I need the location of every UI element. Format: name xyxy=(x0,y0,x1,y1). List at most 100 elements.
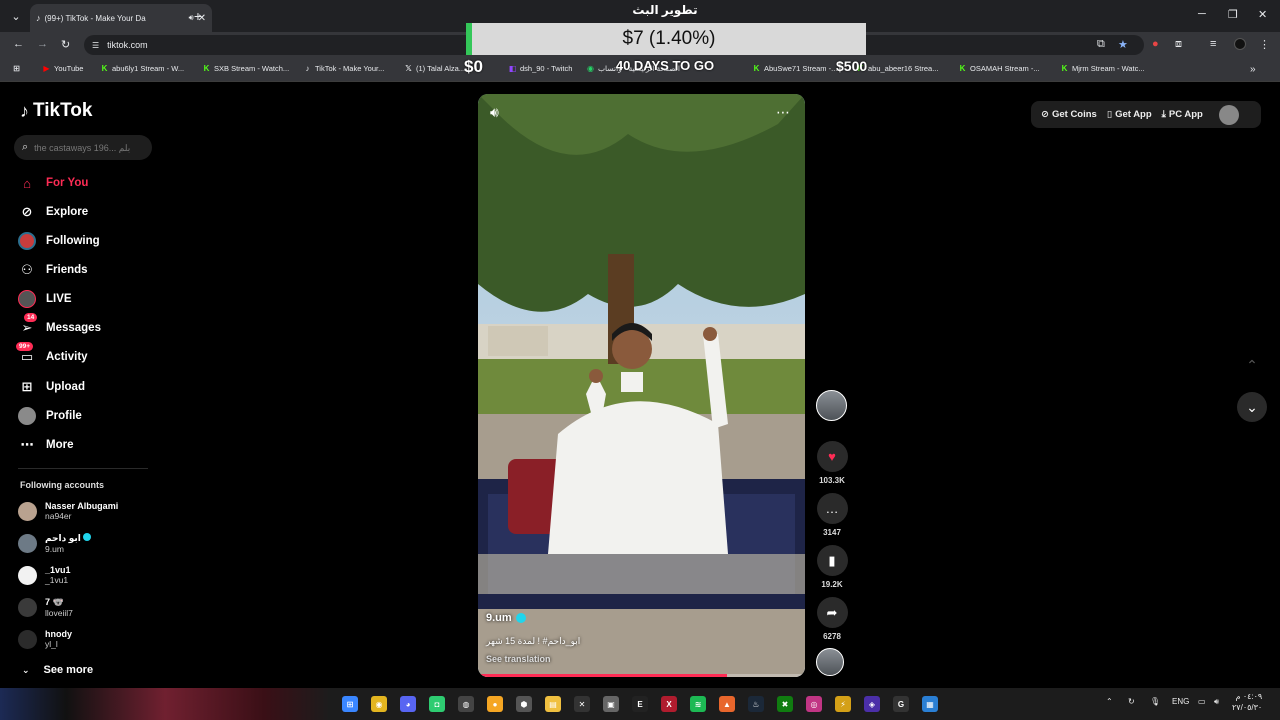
tiktok-logo[interactable]: ♪ TikTok xyxy=(20,100,92,122)
pc-app-button[interactable]: ⤓ PC App xyxy=(1162,109,1203,120)
discord-icon[interactable]: ◕ xyxy=(400,696,416,712)
app-icon[interactable]: X xyxy=(661,696,677,712)
extension-icon[interactable]: ● xyxy=(1152,38,1159,50)
nav-explore[interactable]: ⊘ Explore xyxy=(18,202,89,222)
nav-following[interactable]: Following xyxy=(18,231,100,251)
nav-messages[interactable]: ➢ 14 Messages xyxy=(18,313,101,338)
video-author[interactable]: 9.um xyxy=(486,612,526,624)
forward-icon[interactable]: → xyxy=(37,38,48,50)
nav-for-you[interactable]: ⌂ For You xyxy=(18,173,88,193)
volume-tray-icon[interactable]: 🔊︎ xyxy=(1214,697,1219,707)
start-icon[interactable]: ⊞ xyxy=(342,696,358,712)
reading-list-icon[interactable]: ≡ xyxy=(1210,38,1216,50)
tab-search-icon[interactable]: ⌄ xyxy=(8,8,24,24)
video-progress-bar[interactable] xyxy=(478,674,805,677)
restore-icon[interactable]: ❐ xyxy=(1228,8,1238,21)
logitech-icon[interactable]: G xyxy=(893,696,909,712)
bookmark-icon[interactable]: ▮ xyxy=(816,545,848,576)
next-video-button[interactable]: ⌄ xyxy=(1237,392,1267,422)
profile-icon xyxy=(18,407,36,425)
user-avatar[interactable] xyxy=(1218,104,1239,125)
see-more-button[interactable]: ⌄ See more xyxy=(22,664,93,676)
nav-more[interactable]: ⋯ More xyxy=(18,435,74,455)
instagram-icon[interactable]: ◎ xyxy=(806,696,822,712)
video-options-icon[interactable]: ⋯ xyxy=(776,104,790,121)
microphone-icon[interactable]: 🎙︎ xyxy=(1150,697,1160,706)
obs-icon[interactable]: ◍ xyxy=(458,696,474,712)
heart-icon[interactable]: ♥ xyxy=(816,441,848,472)
extensions-puzzle-icon[interactable]: ⧈ xyxy=(1175,38,1182,51)
save-action[interactable]: ▮ 19.2K xyxy=(816,545,848,589)
minimize-icon[interactable]: ─ xyxy=(1198,8,1206,20)
kick-icon: K xyxy=(203,64,210,73)
bookmark-8[interactable]: Kabu_abeer16 Strea... xyxy=(856,64,939,73)
menu-kebab-icon[interactable]: ⋮ xyxy=(1259,38,1270,51)
app-icon[interactable]: ⬢ xyxy=(516,696,532,712)
following-account[interactable]: _1vu1 _1vu1 xyxy=(18,565,71,585)
share-action[interactable]: ➦ 6278 xyxy=(816,597,848,641)
bookmark-2[interactable]: K SXB Stream - Watch... xyxy=(202,64,290,73)
nav-friends[interactable]: ⚇ Friends xyxy=(18,260,87,280)
profile-avatar-icon[interactable] xyxy=(1234,38,1246,53)
following-account[interactable]: 7 🐨 lloveiil7 xyxy=(18,597,73,618)
see-translation-link[interactable]: See translation xyxy=(486,654,551,664)
bookmark-1[interactable]: Kabu6ly1 Stream - W... xyxy=(100,64,185,73)
app-icon[interactable]: ◘ xyxy=(429,696,445,712)
chevron-down-icon: ⌄ xyxy=(1246,398,1258,415)
back-icon[interactable]: ← xyxy=(13,38,24,50)
following-account[interactable]: hnody yl_l xyxy=(18,629,72,649)
nav-activity[interactable]: ▭ 99+ Activity xyxy=(16,342,88,367)
get-app-button[interactable]: ▯ Get App xyxy=(1107,109,1152,120)
app-icon[interactable]: ▦ xyxy=(922,696,938,712)
bookmark-10[interactable]: K Mjrm Stream - Watc... xyxy=(1060,64,1145,73)
app-icon[interactable]: ● xyxy=(487,696,503,712)
video-player[interactable]: 🔊︎ ⋯ 9.um ابو_داحم# ! لمدة 15 شهر See tr… xyxy=(478,94,805,677)
bookmark-4[interactable]: 𝕏 (1) Talal Alza... xyxy=(404,64,465,73)
new-tab-button[interactable]: + xyxy=(190,8,206,24)
apps-grid-icon[interactable]: ⊞ xyxy=(12,64,21,73)
tray-app-icon[interactable]: ↻ xyxy=(1128,697,1135,706)
bookmark-star-icon[interactable]: ★ xyxy=(1118,38,1128,51)
app-icon[interactable]: ▲ xyxy=(719,696,735,712)
like-action[interactable]: ♥ 103.3K xyxy=(816,441,848,485)
tab-tiktok[interactable]: ♪ (99+) TikTok - Make Your Da 🔊︎ ✕ xyxy=(30,4,212,32)
share-icon[interactable]: ➦ xyxy=(816,597,848,628)
site-info-icon[interactable]: ☰ xyxy=(92,41,99,50)
epic-games-icon[interactable]: E xyxy=(632,696,648,712)
bookmark-0[interactable]: ▶ YouTube xyxy=(42,64,83,73)
app-icon[interactable]: ◈ xyxy=(864,696,880,712)
app-icon[interactable]: ✕ xyxy=(574,696,590,712)
creator-avatar[interactable] xyxy=(816,390,847,421)
nav-profile[interactable]: Profile xyxy=(18,406,82,426)
app-icon[interactable]: ⚡ xyxy=(835,696,851,712)
music-disc-avatar[interactable] xyxy=(816,648,844,676)
bookmark-9[interactable]: K OSAMAH Stream -... xyxy=(958,64,1040,73)
app-icon[interactable]: ▣ xyxy=(603,696,619,712)
nav-upload[interactable]: ⊞ Upload xyxy=(18,377,85,397)
nav-live[interactable]: LIVE xyxy=(18,289,72,309)
top-right-actions: ⊘ Get Coins ▯ Get App ⤓ PC App xyxy=(1031,101,1261,128)
more-bookmarks-icon[interactable]: » xyxy=(1250,64,1256,75)
search-bar[interactable]: ⌕ xyxy=(14,135,152,160)
comment-action[interactable]: … 3147 xyxy=(816,493,848,537)
file-explorer-icon[interactable]: ▤ xyxy=(545,696,561,712)
following-account[interactable]: ابو داحم 9.um xyxy=(18,533,92,554)
reload-icon[interactable]: ↻ xyxy=(61,38,70,51)
previous-video-button[interactable]: ⌃ xyxy=(1237,350,1267,380)
close-window-icon[interactable]: ✕ xyxy=(1258,8,1267,21)
tray-expand-icon[interactable]: ⌃ xyxy=(1106,697,1113,706)
xbox-icon[interactable]: ✖ xyxy=(777,696,793,712)
chrome-icon[interactable]: ◉ xyxy=(371,696,387,712)
following-account[interactable]: Nasser Albugami na94er xyxy=(18,501,118,521)
volume-icon[interactable]: 🔊︎ xyxy=(490,104,499,121)
bookmark-3[interactable]: ♪ TikTok - Make Your... xyxy=(303,64,385,73)
install-icon[interactable]: ⧉ xyxy=(1097,38,1105,51)
clock[interactable]: ٠٤:٠٩ م ٢٧/٠٥/٣٠ xyxy=(1232,691,1262,713)
network-icon[interactable]: ▭ xyxy=(1198,697,1206,706)
search-input[interactable] xyxy=(34,142,135,153)
get-coins-button[interactable]: ⊘ Get Coins xyxy=(1041,109,1097,120)
comment-icon[interactable]: … xyxy=(816,493,848,524)
steam-icon[interactable]: ♨ xyxy=(748,696,764,712)
language-indicator[interactable]: ENG xyxy=(1172,697,1189,706)
spotify-icon[interactable]: ≋ xyxy=(690,696,706,712)
